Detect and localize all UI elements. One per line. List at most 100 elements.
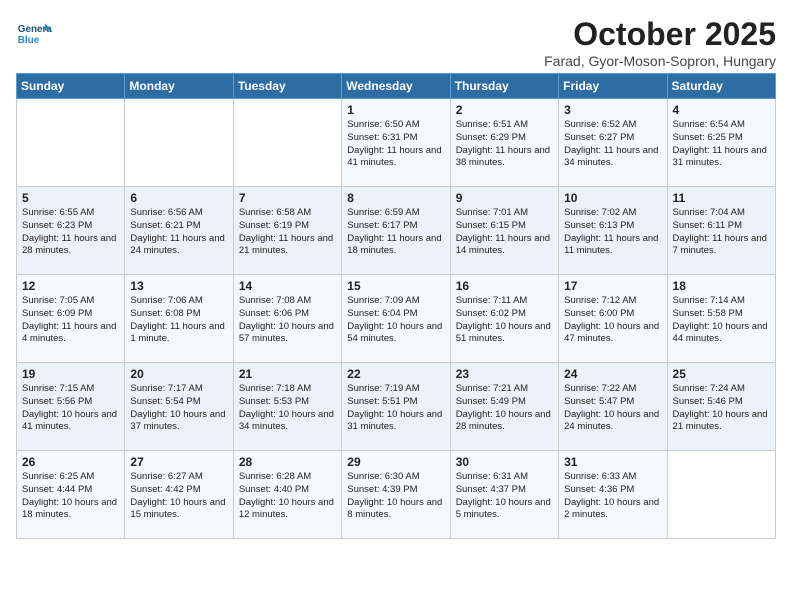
svg-text:Blue: Blue xyxy=(18,35,40,46)
cell-details: Sunrise: 6:55 AMSunset: 6:23 PMDaylight:… xyxy=(22,207,119,258)
day-number: 7 xyxy=(239,191,336,205)
calendar-cell: 23 Sunrise: 7:21 AMSunset: 5:49 PMDayligh… xyxy=(450,363,558,451)
calendar-cell: 8 Sunrise: 6:59 AMSunset: 6:17 PMDaylight… xyxy=(342,187,450,275)
calendar-cell: 3 Sunrise: 6:52 AMSunset: 6:27 PMDaylight… xyxy=(559,99,667,187)
calendar-cell: 19 Sunrise: 7:15 AMSunset: 5:56 PMDayligh… xyxy=(17,363,125,451)
cell-details: Sunrise: 6:54 AMSunset: 6:25 PMDaylight:… xyxy=(673,119,770,170)
day-number: 24 xyxy=(564,367,661,381)
calendar-cell: 25 Sunrise: 7:24 AMSunset: 5:46 PMDayligh… xyxy=(667,363,775,451)
cell-details: Sunrise: 6:51 AMSunset: 6:29 PMDaylight:… xyxy=(456,119,553,170)
calendar-week-row: 5Sunrise: 6:55 AMSunset: 6:23 PMDaylight… xyxy=(17,187,776,275)
calendar-cell: 30 Sunrise: 6:31 AMSunset: 4:37 PMDayligh… xyxy=(450,451,558,539)
cell-details: Sunrise: 6:58 AMSunset: 6:19 PMDaylight:… xyxy=(239,207,336,258)
day-number: 9 xyxy=(456,191,553,205)
calendar-week-row: 1Sunrise: 6:50 AMSunset: 6:31 PMDaylight… xyxy=(17,99,776,187)
day-number: 4 xyxy=(673,103,770,117)
calendar-cell: 14 Sunrise: 7:08 AMSunset: 6:06 PMDayligh… xyxy=(233,275,341,363)
day-number: 2 xyxy=(456,103,553,117)
calendar-cell: 29 Sunrise: 6:30 AMSunset: 4:39 PMDayligh… xyxy=(342,451,450,539)
cell-details: Sunrise: 7:02 AMSunset: 6:13 PMDaylight:… xyxy=(564,207,661,258)
calendar-cell xyxy=(233,99,341,187)
calendar-cell: 31Sunrise: 6:33 AMSunset: 4:36 PMDayligh… xyxy=(559,451,667,539)
day-number: 12 xyxy=(22,279,119,293)
day-number: 10 xyxy=(564,191,661,205)
cell-details: Sunrise: 6:30 AMSunset: 4:39 PMDaylight:… xyxy=(347,471,444,522)
day-number: 20 xyxy=(130,367,227,381)
calendar-cell: 15 Sunrise: 7:09 AMSunset: 6:04 PMDayligh… xyxy=(342,275,450,363)
calendar-week-row: 26 Sunrise: 6:25 AMSunset: 4:44 PMDayligh… xyxy=(17,451,776,539)
weekday-header: Wednesday xyxy=(342,74,450,99)
calendar-cell xyxy=(667,451,775,539)
cell-details: Sunrise: 7:21 AMSunset: 5:49 PMDaylight:… xyxy=(456,383,553,434)
weekday-header: Tuesday xyxy=(233,74,341,99)
calendar-cell: 18Sunrise: 7:14 AMSunset: 5:58 PMDayligh… xyxy=(667,275,775,363)
cell-details: Sunrise: 7:06 AMSunset: 6:08 PMDaylight:… xyxy=(130,295,227,346)
calendar-cell: 22 Sunrise: 7:19 AMSunset: 5:51 PMDayligh… xyxy=(342,363,450,451)
cell-details: Sunrise: 7:12 AMSunset: 6:00 PMDaylight:… xyxy=(564,295,661,346)
calendar-cell: 28 Sunrise: 6:28 AMSunset: 4:40 PMDayligh… xyxy=(233,451,341,539)
day-number: 15 xyxy=(347,279,444,293)
day-number: 6 xyxy=(130,191,227,205)
cell-details: Sunrise: 6:52 AMSunset: 6:27 PMDaylight:… xyxy=(564,119,661,170)
calendar-cell: 24 Sunrise: 7:22 AMSunset: 5:47 PMDayligh… xyxy=(559,363,667,451)
day-number: 16 xyxy=(456,279,553,293)
logo: General Blue xyxy=(16,16,56,52)
calendar-cell: 11Sunrise: 7:04 AMSunset: 6:11 PMDayligh… xyxy=(667,187,775,275)
cell-details: Sunrise: 7:22 AMSunset: 5:47 PMDaylight:… xyxy=(564,383,661,434)
cell-details: Sunrise: 6:50 AMSunset: 6:31 PMDaylight:… xyxy=(347,119,444,170)
calendar-cell: 2 Sunrise: 6:51 AMSunset: 6:29 PMDaylight… xyxy=(450,99,558,187)
weekday-header: Saturday xyxy=(667,74,775,99)
day-number: 17 xyxy=(564,279,661,293)
day-number: 19 xyxy=(22,367,119,381)
day-number: 18 xyxy=(673,279,770,293)
calendar-cell: 5Sunrise: 6:55 AMSunset: 6:23 PMDaylight… xyxy=(17,187,125,275)
cell-details: Sunrise: 7:18 AMSunset: 5:53 PMDaylight:… xyxy=(239,383,336,434)
calendar-cell: 6 Sunrise: 6:56 AMSunset: 6:21 PMDaylight… xyxy=(125,187,233,275)
day-number: 3 xyxy=(564,103,661,117)
page-header: General Blue October 2025 Farad, Gyor-Mo… xyxy=(16,16,776,69)
day-number: 13 xyxy=(130,279,227,293)
calendar-cell: 9 Sunrise: 7:01 AMSunset: 6:15 PMDaylight… xyxy=(450,187,558,275)
cell-details: Sunrise: 6:25 AMSunset: 4:44 PMDaylight:… xyxy=(22,471,119,522)
weekday-header: Friday xyxy=(559,74,667,99)
day-number: 25 xyxy=(673,367,770,381)
calendar-cell: 12Sunrise: 7:05 AMSunset: 6:09 PMDayligh… xyxy=(17,275,125,363)
cell-details: Sunrise: 6:28 AMSunset: 4:40 PMDaylight:… xyxy=(239,471,336,522)
day-number: 26 xyxy=(22,455,119,469)
day-number: 8 xyxy=(347,191,444,205)
cell-details: Sunrise: 6:56 AMSunset: 6:21 PMDaylight:… xyxy=(130,207,227,258)
calendar-week-row: 12Sunrise: 7:05 AMSunset: 6:09 PMDayligh… xyxy=(17,275,776,363)
cell-details: Sunrise: 6:59 AMSunset: 6:17 PMDaylight:… xyxy=(347,207,444,258)
day-number: 30 xyxy=(456,455,553,469)
cell-details: Sunrise: 6:27 AMSunset: 4:42 PMDaylight:… xyxy=(130,471,227,522)
calendar-cell xyxy=(17,99,125,187)
day-number: 27 xyxy=(130,455,227,469)
calendar-cell xyxy=(125,99,233,187)
calendar-cell: 26 Sunrise: 6:25 AMSunset: 4:44 PMDayligh… xyxy=(17,451,125,539)
weekday-header: Thursday xyxy=(450,74,558,99)
calendar-table: SundayMondayTuesdayWednesdayThursdayFrid… xyxy=(16,73,776,539)
day-number: 14 xyxy=(239,279,336,293)
calendar-body: 1Sunrise: 6:50 AMSunset: 6:31 PMDaylight… xyxy=(17,99,776,539)
calendar-header-row: SundayMondayTuesdayWednesdayThursdayFrid… xyxy=(17,74,776,99)
calendar-cell: 21Sunrise: 7:18 AMSunset: 5:53 PMDayligh… xyxy=(233,363,341,451)
cell-details: Sunrise: 7:15 AMSunset: 5:56 PMDaylight:… xyxy=(22,383,119,434)
cell-details: Sunrise: 7:24 AMSunset: 5:46 PMDaylight:… xyxy=(673,383,770,434)
calendar-cell: 10 Sunrise: 7:02 AMSunset: 6:13 PMDayligh… xyxy=(559,187,667,275)
weekday-header: Sunday xyxy=(17,74,125,99)
cell-details: Sunrise: 7:01 AMSunset: 6:15 PMDaylight:… xyxy=(456,207,553,258)
cell-details: Sunrise: 7:09 AMSunset: 6:04 PMDaylight:… xyxy=(347,295,444,346)
calendar-cell: 1Sunrise: 6:50 AMSunset: 6:31 PMDaylight… xyxy=(342,99,450,187)
cell-details: Sunrise: 6:33 AMSunset: 4:36 PMDaylight:… xyxy=(564,471,661,522)
cell-details: Sunrise: 7:19 AMSunset: 5:51 PMDaylight:… xyxy=(347,383,444,434)
calendar-cell: 17 Sunrise: 7:12 AMSunset: 6:00 PMDayligh… xyxy=(559,275,667,363)
day-number: 23 xyxy=(456,367,553,381)
calendar-week-row: 19 Sunrise: 7:15 AMSunset: 5:56 PMDayligh… xyxy=(17,363,776,451)
cell-details: Sunrise: 6:31 AMSunset: 4:37 PMDaylight:… xyxy=(456,471,553,522)
day-number: 29 xyxy=(347,455,444,469)
cell-details: Sunrise: 7:08 AMSunset: 6:06 PMDaylight:… xyxy=(239,295,336,346)
calendar-cell: 7 Sunrise: 6:58 AMSunset: 6:19 PMDaylight… xyxy=(233,187,341,275)
day-number: 28 xyxy=(239,455,336,469)
day-number: 22 xyxy=(347,367,444,381)
day-number: 11 xyxy=(673,191,770,205)
